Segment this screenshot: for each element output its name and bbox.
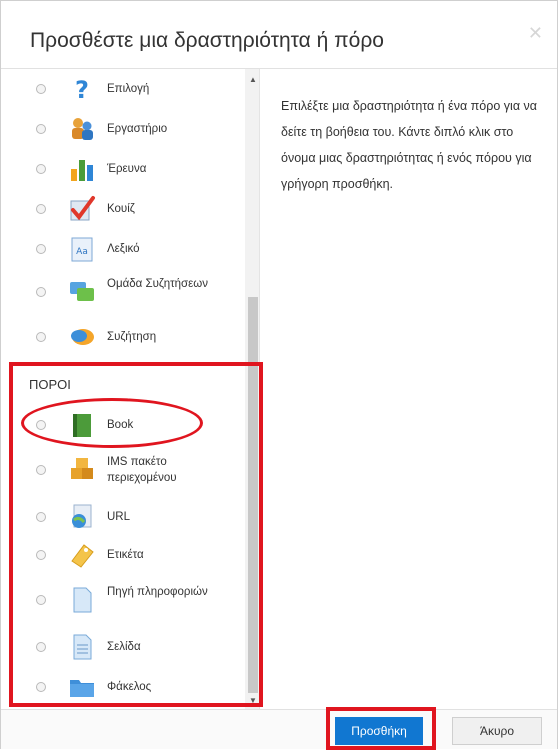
- radio-folder[interactable]: [36, 682, 46, 692]
- add-button[interactable]: Προσθήκη: [335, 717, 423, 745]
- label-forum: Ομάδα Συζητήσεων: [107, 278, 209, 290]
- label-workshop: Εργαστήριο: [107, 123, 168, 135]
- help-text: Επιλέξτε μια δραστηριότητα ή ένα πόρο γι…: [281, 99, 537, 191]
- scroll-up-icon[interactable]: ▲: [247, 75, 259, 84]
- file-icon: [68, 586, 96, 614]
- list-item-page[interactable]: Σελίδα: [10, 627, 236, 667]
- radio-survey[interactable]: [36, 164, 46, 174]
- page-icon: [68, 633, 96, 661]
- svg-text:Aa: Aa: [76, 247, 88, 257]
- radio-ims-package[interactable]: [36, 465, 46, 475]
- list-item-url[interactable]: URL: [10, 497, 236, 537]
- list-item-survey[interactable]: Έρευνα: [10, 149, 236, 189]
- cancel-button[interactable]: Άκυρο: [452, 717, 542, 745]
- label-page: Σελίδα: [107, 641, 141, 653]
- radio-page[interactable]: [36, 642, 46, 652]
- survey-chart-icon: [68, 155, 96, 183]
- list-item-quiz[interactable]: Κουίζ: [10, 189, 236, 229]
- label-survey: Έρευνα: [107, 163, 147, 175]
- question-icon: ?: [68, 75, 96, 104]
- list-item-forum[interactable]: Ομάδα Συζητήσεων: [10, 269, 236, 315]
- list-item-ims-package[interactable]: IMS πακέτο περιεχομένου: [10, 447, 236, 493]
- label-ims-package: IMS πακέτο περιεχομένου: [107, 456, 177, 484]
- label-book: Book: [107, 419, 134, 431]
- list-item-glossary[interactable]: Aa Λεξικό: [10, 229, 236, 269]
- radio-chat[interactable]: [36, 332, 46, 342]
- radio-choice[interactable]: [36, 84, 46, 94]
- radio-book[interactable]: [36, 420, 46, 430]
- quiz-check-icon: [68, 195, 96, 223]
- label-folder: Φάκελος: [107, 681, 152, 693]
- module-chooser-list[interactable]: ? Επιλογή Εργαστήριο Έρευνα Κουίζ Aa Λεξ…: [10, 69, 260, 709]
- radio-workshop[interactable]: [36, 124, 46, 134]
- radio-label[interactable]: [36, 550, 46, 560]
- list-item-chat[interactable]: Συζήτηση: [10, 317, 236, 357]
- list-scrollbar[interactable]: ▲ ▼: [245, 69, 259, 709]
- label-chat: Συζήτηση: [107, 331, 157, 343]
- svg-text:?: ?: [75, 76, 89, 103]
- label-url: URL: [107, 511, 131, 523]
- workshop-icon: [68, 115, 96, 143]
- dialog-header: Προσθέστε μια δραστηριότητα ή πόρο ✕: [1, 1, 557, 69]
- list-item-label[interactable]: Ετικέτα: [10, 535, 236, 575]
- list-item-choice[interactable]: ? Επιλογή: [10, 69, 236, 109]
- radio-quiz[interactable]: [36, 204, 46, 214]
- label-label: Ετικέτα: [107, 549, 144, 561]
- url-globe-icon: [68, 503, 96, 531]
- radio-file[interactable]: [36, 595, 46, 605]
- list-item-folder[interactable]: Φάκελος: [10, 667, 236, 707]
- resources-section-heading: ΠΟΡΟΙ: [29, 377, 71, 392]
- forum-icon: [68, 278, 96, 306]
- folder-icon: [68, 673, 96, 701]
- label-file: Πηγή πληροφοριών: [107, 586, 208, 598]
- dialog-title: Προσθέστε μια δραστηριότητα ή πόρο: [30, 29, 384, 52]
- glossary-icon: Aa: [68, 235, 96, 263]
- add-activity-dialog: Προσθέστε μια δραστηριότητα ή πόρο ✕ ? Ε…: [0, 0, 558, 750]
- label-tag-icon: [68, 541, 96, 569]
- label-choice: Επιλογή: [107, 83, 150, 95]
- label-glossary: Λεξικό: [107, 243, 140, 255]
- book-icon: [68, 411, 96, 439]
- list-item-book[interactable]: Book: [10, 405, 236, 445]
- list-item-workshop[interactable]: Εργαστήριο: [10, 109, 236, 149]
- radio-glossary[interactable]: [36, 244, 46, 254]
- radio-forum[interactable]: [36, 287, 46, 297]
- label-quiz: Κουίζ: [107, 203, 135, 215]
- radio-url[interactable]: [36, 512, 46, 522]
- scrollbar-thumb[interactable]: [248, 297, 258, 693]
- scroll-down-icon[interactable]: ▼: [247, 696, 259, 705]
- close-icon[interactable]: ✕: [528, 23, 543, 44]
- package-icon: [68, 456, 96, 484]
- chat-icon: [68, 323, 96, 351]
- list-item-file[interactable]: Πηγή πληροφοριών: [10, 577, 236, 623]
